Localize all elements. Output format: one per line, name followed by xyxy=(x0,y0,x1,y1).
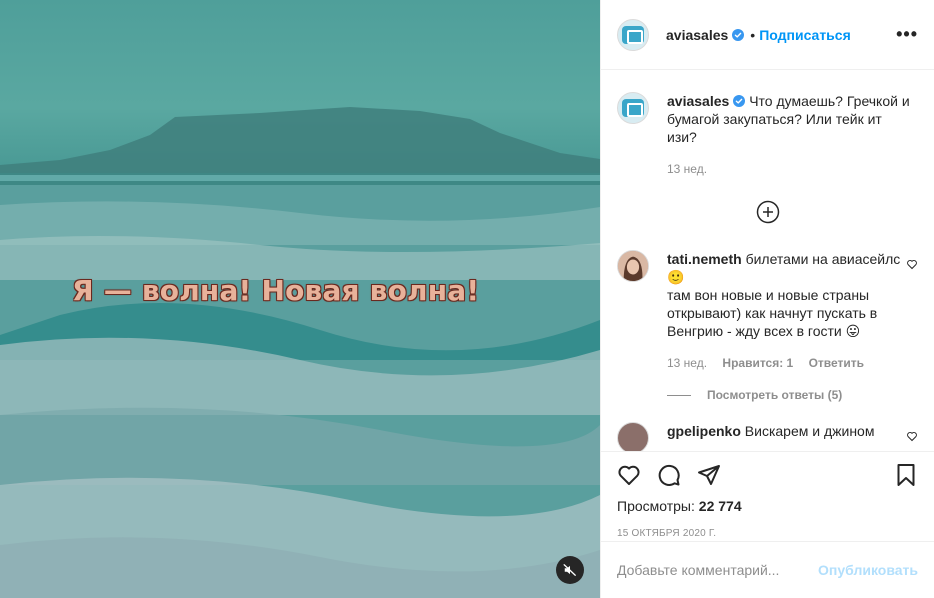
aviasales-logo-icon xyxy=(622,99,644,117)
bookmark-icon[interactable] xyxy=(894,463,918,487)
share-paper-plane-icon[interactable] xyxy=(697,463,721,487)
caption-username[interactable]: aviasales xyxy=(667,93,729,109)
verified-badge-icon xyxy=(733,95,746,107)
comment-item: tati.nemeth билетами на авиасейлс 🙂 там … xyxy=(617,250,918,370)
caption-time[interactable]: 13 нед. xyxy=(667,162,707,176)
avatar[interactable] xyxy=(617,18,649,51)
post-date[interactable]: 15 ОКТЯБРЯ 2020 Г. xyxy=(617,528,918,539)
publish-button[interactable]: Опубликовать xyxy=(818,562,918,578)
avatar[interactable] xyxy=(617,250,649,282)
comment-input[interactable] xyxy=(617,562,819,578)
comment-username[interactable]: tati.nemeth xyxy=(667,251,742,267)
post-side-panel: aviasales • Подписаться ••• aviasales Чт… xyxy=(600,0,934,598)
comment-bubble-icon[interactable] xyxy=(657,463,681,487)
post-modal: Я — волна! Новая волна! aviasales • Подп… xyxy=(0,0,934,598)
views-count[interactable]: Просмотры: 22 774 xyxy=(617,498,918,514)
comment-text: Вискарем и джином xyxy=(744,423,875,439)
verified-badge-icon xyxy=(732,28,745,41)
user-photo-icon xyxy=(618,251,648,281)
follow-button[interactable]: Подписаться xyxy=(759,27,851,43)
header-username[interactable]: aviasales xyxy=(666,27,728,43)
avatar[interactable] xyxy=(617,422,649,451)
sea-waves xyxy=(0,185,600,598)
plus-circle-icon[interactable] xyxy=(756,200,780,224)
avatar[interactable] xyxy=(617,92,649,124)
add-comment-bar: Опубликовать xyxy=(601,541,934,598)
like-comment-heart-icon[interactable] xyxy=(906,430,918,442)
action-icons xyxy=(617,452,918,498)
comment-time[interactable]: 13 нед. xyxy=(667,356,707,370)
post-video[interactable]: Я — волна! Новая волна! xyxy=(0,0,600,598)
post-header: aviasales • Подписаться ••• xyxy=(601,0,934,70)
aviasales-logo-icon xyxy=(622,25,644,44)
view-replies-label: Посмотреть ответы (5) xyxy=(707,388,843,402)
post-actions: Просмотры: 22 774 15 ОКТЯБРЯ 2020 Г. xyxy=(601,451,934,541)
comment-text-line2: там вон новые и новые страны открывают) … xyxy=(667,287,878,339)
view-replies-button[interactable]: Посмотреть ответы (5) xyxy=(667,388,918,402)
replies-divider xyxy=(667,394,691,396)
video-overlay-text: Я — волна! Новая волна! xyxy=(72,274,480,307)
like-comment-heart-icon[interactable] xyxy=(906,258,918,270)
mute-button[interactable] xyxy=(556,556,584,584)
caption-item: aviasales Что думаешь? Гречкой и бумагой… xyxy=(617,92,918,176)
caption-meta: 13 нед. xyxy=(667,162,912,176)
comment-likes[interactable]: Нравится: 1 xyxy=(722,356,793,370)
comment-item: gpelipenko Вискарем и джином xyxy=(617,422,918,451)
comments-list[interactable]: aviasales Что думаешь? Гречкой и бумагой… xyxy=(601,70,934,451)
reply-button[interactable]: Ответить xyxy=(809,356,864,370)
header-separator: • xyxy=(750,26,756,43)
comment-username[interactable]: gpelipenko xyxy=(667,423,741,439)
more-options-button[interactable]: ••• xyxy=(896,24,918,45)
load-more-comments[interactable] xyxy=(617,200,918,224)
comment-meta: 13 нед. Нравится: 1 Ответить xyxy=(667,356,907,370)
views-label: Просмотры: xyxy=(617,498,695,514)
speaker-muted-icon xyxy=(563,564,576,576)
views-value: 22 774 xyxy=(698,498,742,514)
heart-icon[interactable] xyxy=(617,463,641,487)
